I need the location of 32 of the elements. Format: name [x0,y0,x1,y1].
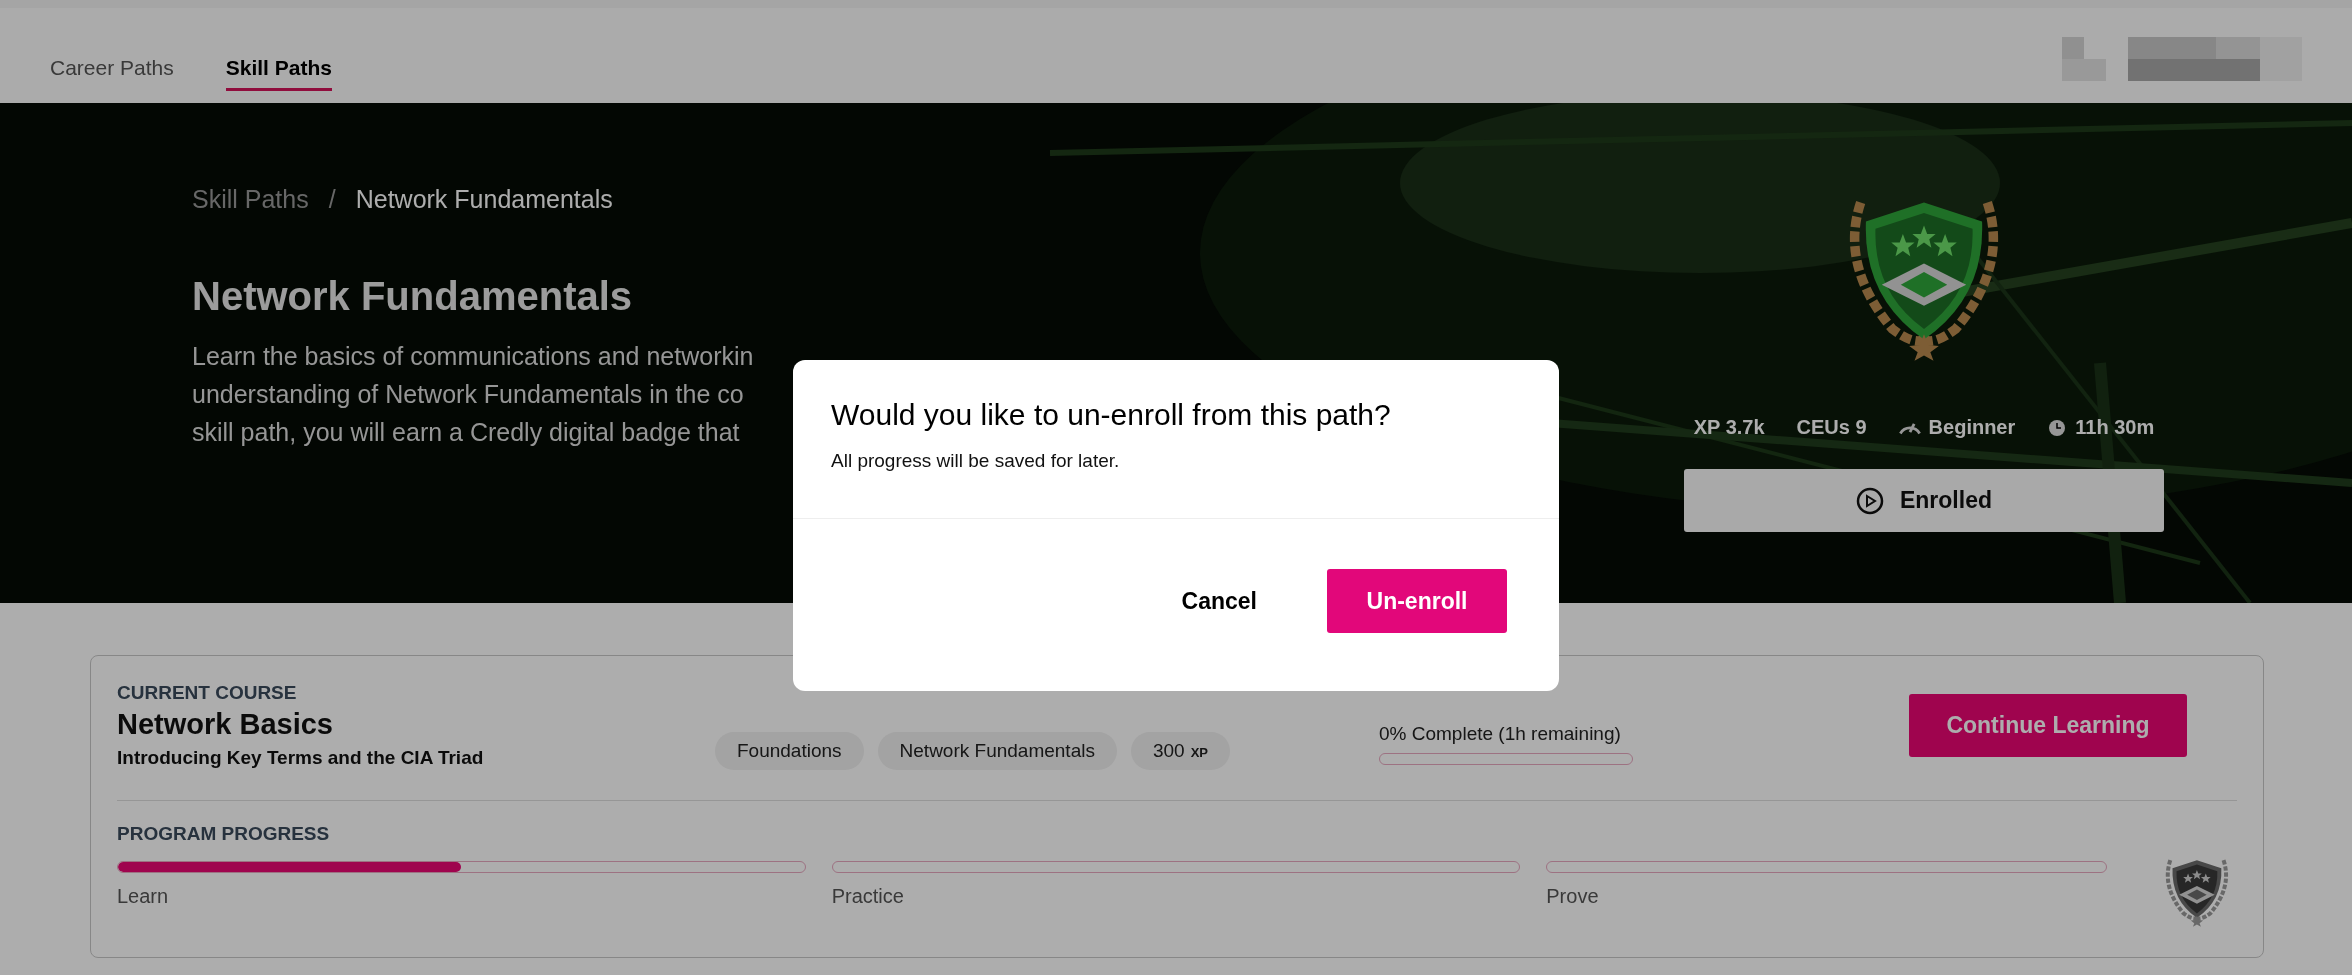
enrolled-button[interactable]: Enrolled [1684,469,2164,532]
tab[interactable]: Skill Paths [225,56,332,91]
continue-learning-button[interactable]: Continue Learning [1909,693,2187,757]
page-title: Network Fundamentals [192,274,634,319]
tag: Network Fundamentals [877,732,1117,770]
tag: Foundations [715,732,864,770]
course-subtitle: Introducing Key Terms and the CIA Triad [117,746,485,769]
progress-text: 0% Complete (1h remaining) [1379,723,1622,745]
tag: 300 XP [1130,732,1230,770]
dialog-message: All progress will be saved for later. [831,450,1121,472]
clock-icon [2047,417,2068,438]
dialog-title: Would you like to un-enroll from this path? [831,398,1392,432]
section-label: PROGRAM PROGRESS [117,823,331,845]
stat-label: Beginner [1928,416,2016,439]
stat-label: 11h 30m [2075,416,2155,439]
description-text: skill path, you will earn a Credly digital badge that [192,417,740,448]
stage-label: Practice [831,885,905,908]
stage-label: Prove [1546,885,1600,908]
description-text: Learn the basics of communications and networkin [192,341,754,372]
confirm-button[interactable]: Un-enroll [1327,569,1507,633]
section-label: CURRENT COURSE [117,681,298,704]
stage-label: Learn [117,885,170,908]
stat-label: XP 3.7k [1693,416,1765,439]
description-text: understanding of Network Fundamentals in the co [192,379,744,410]
course-title: Network Basics [117,707,334,741]
breadcrumb-separator: / [328,185,336,214]
breadcrumb-item: Network Fundamentals [355,185,613,214]
stat-label: CEUs 9 [1796,416,1867,439]
play-circle-icon [1856,486,1884,515]
tab[interactable]: Career Paths [50,56,174,91]
breadcrumb-item[interactable]: Skill Paths [192,185,309,214]
cancel-button[interactable]: Cancel [1175,586,1263,616]
